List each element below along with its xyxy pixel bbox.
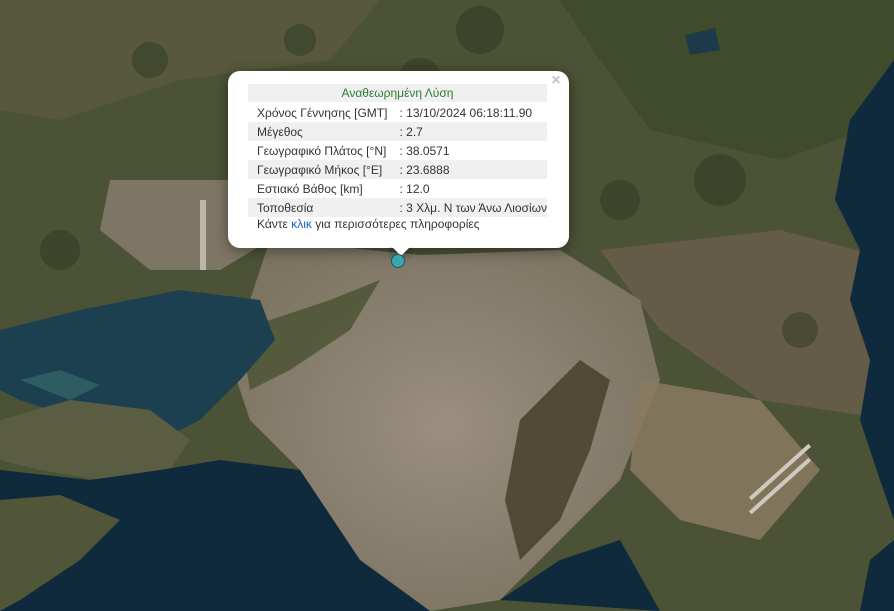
earthquake-details-table: Χρόνος Γέννησης [GMT] : 13/10/2024 06:18… [248, 103, 547, 217]
row-value: : 2.7 [399, 122, 547, 141]
row-label: Εστιακό Βάθος [km] [257, 181, 363, 196]
row-value: : 3 Χλμ. Ν των Άνω Λιοσίων [399, 198, 547, 217]
earthquake-marker-icon[interactable] [391, 254, 405, 268]
row-value: : 38.0571 [399, 143, 450, 158]
more-info-link[interactable]: κλικ [291, 217, 312, 231]
row-value: : 12.0 [399, 181, 430, 196]
row-label: Γεωγραφικό Πλάτος [°N] [257, 143, 387, 158]
table-row: Γεωγραφικό Πλάτος [°N] : 38.0571 [248, 141, 547, 160]
row-value: : 23.6888 [399, 160, 547, 179]
more-info-line: Κάντε κλικ για περισσότερες πληροφορίες [257, 217, 480, 231]
row-label: Γεωγραφικό Μήκος [°E] [248, 160, 400, 179]
row-value: : 13/10/2024 06:18:11.90 [399, 105, 533, 120]
table-row: Μέγεθος : 2.7 [248, 122, 547, 141]
row-label: Μέγεθος [248, 122, 400, 141]
table-row: Γεωγραφικό Μήκος [°E] : 23.6888 [248, 160, 547, 179]
close-icon[interactable]: × [549, 73, 563, 89]
table-row: Τοποθεσία : 3 Χλμ. Ν των Άνω Λιοσίων [248, 198, 547, 217]
row-label: Χρόνος Γέννησης [GMT] [257, 105, 388, 120]
earthquake-info-popup: × Αναθεωρημένη Λύση Χρόνος Γέννησης [GMT… [228, 71, 569, 248]
table-row: Εστιακό Βάθος [km] : 12.0 [248, 179, 547, 198]
more-info-suffix: για περισσότερες πληροφορίες [311, 217, 480, 231]
row-label: Τοποθεσία [248, 198, 400, 217]
table-row: Χρόνος Γέννησης [GMT] : 13/10/2024 06:18… [248, 103, 547, 122]
more-info-prefix: Κάντε [257, 217, 292, 231]
popup-title: Αναθεωρημένη Λύση [248, 84, 547, 102]
